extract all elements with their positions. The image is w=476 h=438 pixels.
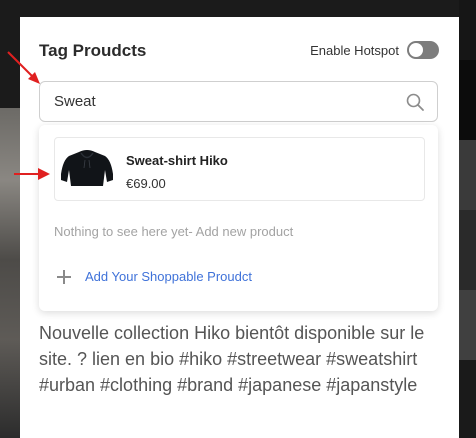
hotspot-label: Enable Hotspot: [310, 42, 399, 58]
product-name: Sweat-shirt Hiko: [126, 153, 228, 168]
plus-icon: [57, 269, 71, 284]
search-box: [39, 81, 438, 122]
add-product-label: Add Your Shoppable Proudct: [85, 269, 252, 284]
search-results-dropdown: Sweat-shirt Hiko €69.00 Nothing to see h…: [39, 125, 438, 311]
search-icon[interactable]: [405, 92, 425, 112]
backdrop-top: [0, 0, 476, 17]
hotspot-toggle[interactable]: [407, 41, 439, 59]
product-price: €69.00: [126, 176, 166, 191]
annotation-arrow-search: [7, 51, 40, 84]
enable-hotspot-control[interactable]: Enable Hotspot: [310, 41, 439, 59]
hoodie-thumbnail: [61, 150, 113, 186]
backdrop-photo-right: [459, 0, 476, 438]
empty-message: Nothing to see here yet- Add new product: [54, 224, 294, 239]
search-input[interactable]: [40, 82, 380, 121]
tag-products-panel: Tag Proudcts Enable Hotspot Sweat-shirt …: [20, 17, 459, 438]
panel-title: Tag Proudcts: [39, 41, 147, 60]
toggle-knob: [409, 43, 423, 57]
product-result-item[interactable]: Sweat-shirt Hiko €69.00: [54, 137, 425, 201]
add-shoppable-product-button[interactable]: Add Your Shoppable Proudct: [57, 269, 252, 284]
post-caption: Nouvelle collection Hiko bientôt disponi…: [39, 323, 425, 395]
annotation-arrow-result: [14, 168, 50, 180]
